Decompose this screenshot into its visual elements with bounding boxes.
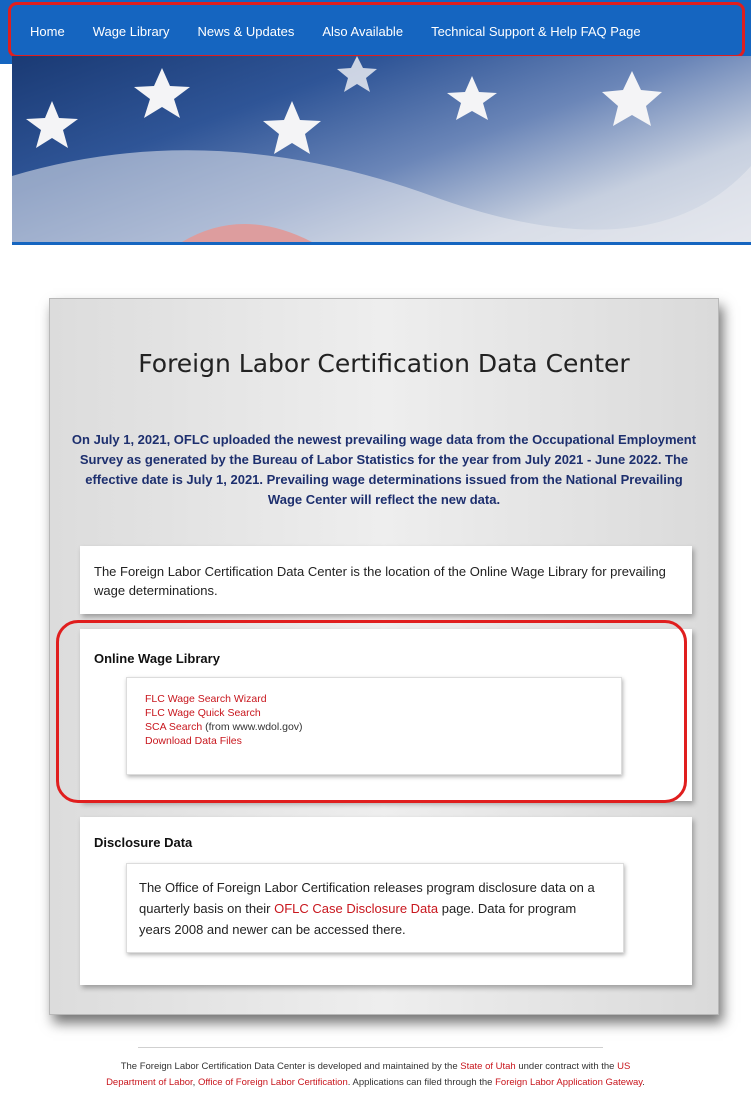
disclosure-data-heading: Disclosure Data	[94, 835, 193, 850]
intro-text: The Foreign Labor Certification Data Cen…	[94, 564, 666, 598]
flag-banner-image	[12, 56, 751, 245]
nav-item-technical-support[interactable]: Technical Support & Help FAQ Page	[421, 0, 651, 64]
page-title: Foreign Labor Certification Data Center	[138, 349, 630, 378]
data-center-card: Foreign Labor Certification Data Center …	[49, 298, 719, 1015]
nav-menu: Home Wage Library News & Updates Also Av…	[0, 0, 751, 64]
disclosure-data-box: The Office of Foreign Labor Certificatio…	[126, 863, 624, 953]
footer-divider	[138, 1047, 603, 1048]
footer-text-2: under contract with the	[515, 1061, 618, 1072]
flc-wage-quick-search-link[interactable]: FLC Wage Quick Search	[145, 707, 261, 719]
footer-text-5: .	[642, 1077, 645, 1088]
prevailing-wage-notice: On July 1, 2021, OFLC uploaded the newes…	[71, 432, 697, 507]
flc-wage-search-wizard-link[interactable]: FLC Wage Search Wizard	[145, 693, 267, 705]
star-icon	[602, 71, 662, 126]
star-icon	[263, 101, 321, 154]
online-wage-library-links-box: FLC Wage Search Wizard FLC Wage Quick Se…	[126, 677, 622, 775]
online-wage-library-heading: Online Wage Library	[94, 651, 220, 666]
flag-illustration	[12, 56, 751, 242]
foreign-labor-application-gateway-link[interactable]: Foreign Labor Application Gateway	[495, 1077, 642, 1088]
disclosure-text: The Office of Foreign Labor Certificatio…	[139, 877, 605, 940]
nav-item-news-updates[interactable]: News & Updates	[188, 0, 305, 64]
footer-text-1: The Foreign Labor Certification Data Cen…	[120, 1061, 461, 1072]
list-item: FLC Wage Search Wizard	[145, 692, 303, 706]
sca-search-source-note: (from www.wdol.gov)	[202, 721, 303, 733]
star-icon	[337, 56, 377, 92]
footer-text-4: . Applications can filed through the	[347, 1077, 496, 1088]
wage-library-link-list: FLC Wage Search Wizard FLC Wage Quick Se…	[145, 692, 303, 748]
download-data-files-link[interactable]: Download Data Files	[145, 735, 242, 747]
sca-search-link[interactable]: SCA Search	[145, 721, 202, 733]
state-of-utah-link[interactable]: State of Utah	[460, 1061, 515, 1072]
office-of-foreign-labor-certification-link[interactable]: Office of Foreign Labor Certification	[198, 1077, 348, 1088]
flag-fold-highlight	[12, 150, 751, 242]
star-icon	[134, 68, 190, 118]
nav-item-wage-library[interactable]: Wage Library	[83, 0, 180, 64]
disclosure-data-panel: Disclosure Data The Office of Foreign La…	[80, 817, 692, 985]
oflc-case-disclosure-data-link[interactable]: OFLC Case Disclosure Data	[274, 901, 438, 916]
footer-text: The Foreign Labor Certification Data Cen…	[100, 1059, 651, 1091]
star-icon	[447, 76, 497, 120]
intro-panel: The Foreign Labor Certification Data Cen…	[80, 546, 692, 614]
list-item: SCA Search (from www.wdol.gov)	[145, 720, 303, 734]
star-icon	[26, 101, 78, 148]
top-navigation: Home Wage Library News & Updates Also Av…	[0, 0, 751, 64]
nav-item-also-available[interactable]: Also Available	[312, 0, 413, 64]
online-wage-library-panel: Online Wage Library FLC Wage Search Wiza…	[80, 629, 692, 801]
nav-item-home[interactable]: Home	[20, 0, 75, 64]
list-item: FLC Wage Quick Search	[145, 706, 303, 720]
list-item: Download Data Files	[145, 734, 303, 748]
